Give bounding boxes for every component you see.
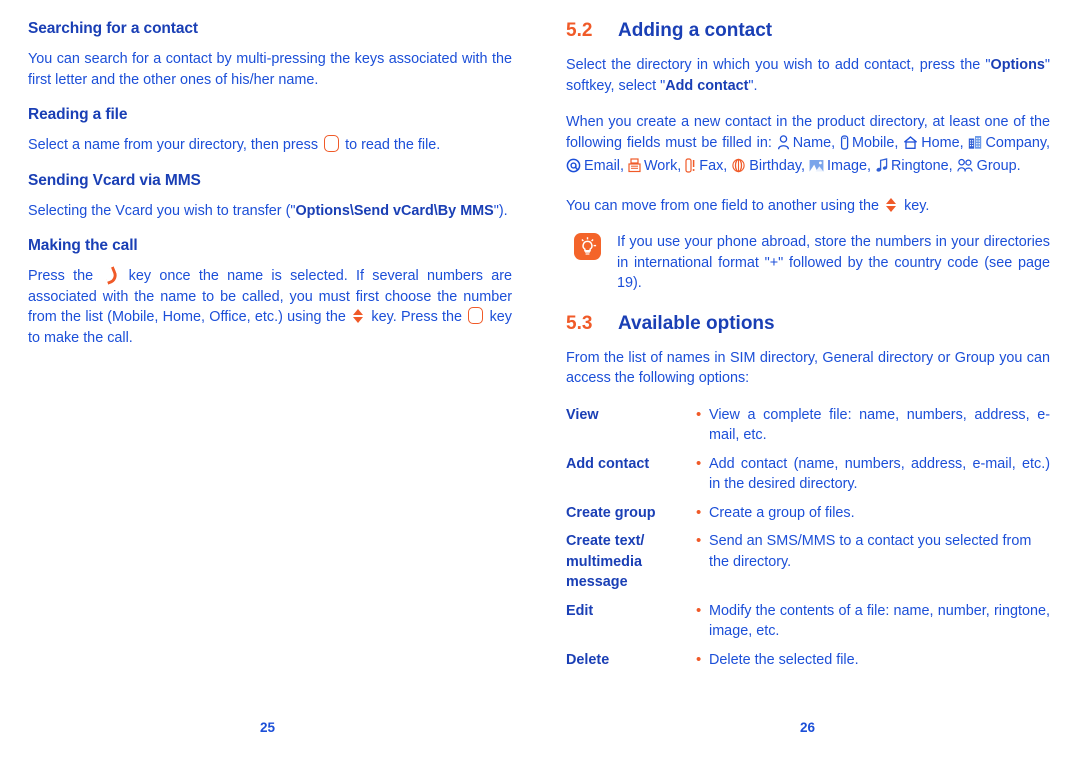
option-description-edit: Modify the contents of a file: name, num… [709, 602, 1050, 640]
reading-text-after: to read the file. [345, 137, 441, 153]
field-label-fax: Fax, [699, 158, 728, 174]
email-at-icon [566, 158, 581, 177]
fax-icon [685, 158, 696, 177]
paragraph-add-contact-intro: Select the directory in which you wish t… [566, 55, 1050, 96]
option-description-add-contact: Add contact (name, numbers, address, e-m… [709, 455, 1050, 493]
navigate-text-before: You can move from one field to another u… [566, 197, 880, 214]
option-name-edit: Edit [566, 602, 594, 619]
field-label-work: Work, [643, 158, 682, 174]
table-row: Add contact • Add contact (name, numbers… [566, 454, 1050, 495]
ok-key-icon [324, 135, 340, 152]
paragraph-vcard-body: Selecting the Vcard you wish to transfer… [28, 201, 512, 222]
field-label-birthday: Birthday, [749, 158, 806, 174]
field-label-company: Company, [985, 134, 1050, 151]
options-softkey-label: Options [990, 57, 1045, 73]
vcard-text-after: "). [493, 202, 508, 219]
add-intro-e: ". [748, 77, 758, 94]
option-description-delete: Delete the selected file. [709, 651, 859, 668]
person-icon [777, 134, 790, 154]
bullet-icon: • [696, 405, 702, 423]
section-heading-5-2: 5.2 Adding a contact [566, 20, 1050, 42]
section-heading-5-3: 5.3 Available options [566, 313, 1050, 335]
navigate-text-after: key. [904, 197, 930, 214]
options-table: View • View a complete file: name, numbe… [566, 405, 1050, 671]
bullet-icon: • [696, 454, 702, 472]
bullet-icon: • [696, 650, 702, 668]
home-icon [903, 135, 918, 154]
table-row: Delete • Delete the selected file. [566, 650, 1050, 671]
table-row: View • View a complete file: name, numbe… [566, 405, 1050, 446]
paragraph-navigate-fields: You can move from one field to another u… [566, 196, 1050, 217]
ok-key-icon [468, 307, 484, 324]
paragraph-searching-body: You can search for a contact by multi-pr… [28, 51, 512, 88]
heading-reading-a-file: Reading a file [28, 106, 128, 123]
section-number-5-3: 5.3 [566, 312, 593, 334]
group-people-icon [956, 158, 974, 177]
company-building-icon [968, 135, 982, 154]
birthday-icon [731, 158, 746, 177]
paragraph-available-options-intro: From the list of names in SIM directory,… [566, 349, 1050, 387]
field-label-image: Image, [827, 158, 872, 174]
tip-note-text: If you use your phone abroad, store the … [617, 234, 1050, 291]
work-fax-machine-icon [628, 158, 641, 177]
call-key-icon [103, 267, 118, 283]
left-page-column: Searching for a contact You can search f… [28, 20, 512, 364]
manual-page-spread: Searching for a contact You can search f… [0, 0, 1080, 767]
bullet-icon: • [696, 503, 702, 521]
table-row: Create group • Create a group of files. [566, 503, 1050, 524]
mobile-phone-icon [840, 134, 849, 154]
heading-making-the-call: Making the call [28, 237, 138, 254]
page-number-left: 25 [260, 720, 276, 735]
field-label-group: Group. [976, 158, 1021, 174]
option-name-create-group: Create group [566, 504, 656, 521]
field-label-ringtone: Ringtone, [891, 158, 953, 174]
right-page-column: 5.2 Adding a contact Select the director… [566, 20, 1050, 678]
call-text-part3: key. Press the [371, 309, 463, 325]
vcard-text-before: Selecting the Vcard you wish to transfer… [28, 202, 296, 219]
add-contact-menu-label: Add contact [665, 77, 749, 94]
paragraph-contact-fields: When you create a new contact in the pro… [566, 112, 1050, 180]
section-number-5-2: 5.2 [566, 20, 593, 41]
option-description-view: View a complete file: name, numbers, add… [709, 406, 1050, 444]
section-title-adding-a-contact: Adding a contact [618, 20, 773, 41]
paragraph-making-the-call-body: Press the key once the name is selected.… [28, 266, 512, 348]
paragraph-reading-body: Select a name from your directory, then … [28, 135, 512, 156]
heading-searching-for-a-contact: Searching for a contact [28, 20, 198, 37]
table-row: Create text/ multimedia message • Send a… [566, 531, 1050, 593]
reading-text-before: Select a name from your directory, then … [28, 137, 319, 153]
option-name-create-message: Create text/ multimedia message [566, 533, 645, 590]
field-label-mobile: Mobile, [851, 134, 899, 151]
ringtone-note-icon [875, 158, 888, 177]
table-row: Edit • Modify the contents of a file: na… [566, 601, 1050, 642]
option-description-create-message: Send an SMS/MMS to a contact you selecte… [709, 533, 1032, 570]
option-description-create-group: Create a group of files. [709, 504, 855, 521]
bullet-icon: • [696, 601, 702, 619]
section-title-available-options: Available options [618, 312, 775, 334]
vcard-path-bold: Options\Send vCard\By MMS [295, 202, 494, 219]
field-label-name: Name, [792, 134, 836, 151]
up-down-navigation-key-icon [353, 308, 364, 324]
image-icon [809, 160, 824, 177]
option-name-add-contact: Add contact [566, 455, 650, 472]
bullet-icon: • [696, 532, 702, 549]
add-intro-a: Select the directory in which you wish t… [566, 57, 991, 73]
lightbulb-tip-icon [574, 233, 601, 260]
tip-note-box: If you use your phone abroad, store the … [566, 232, 1050, 294]
up-down-navigation-key-icon [886, 197, 897, 213]
heading-sending-vcard-via-mms: Sending Vcard via MMS [28, 171, 201, 189]
call-text-part1: Press the [28, 268, 94, 284]
field-label-email: Email, [584, 158, 624, 174]
option-name-view: View [566, 406, 599, 423]
option-name-delete: Delete [566, 651, 610, 668]
page-number-right: 26 [800, 720, 816, 735]
field-label-home: Home, [921, 134, 964, 151]
